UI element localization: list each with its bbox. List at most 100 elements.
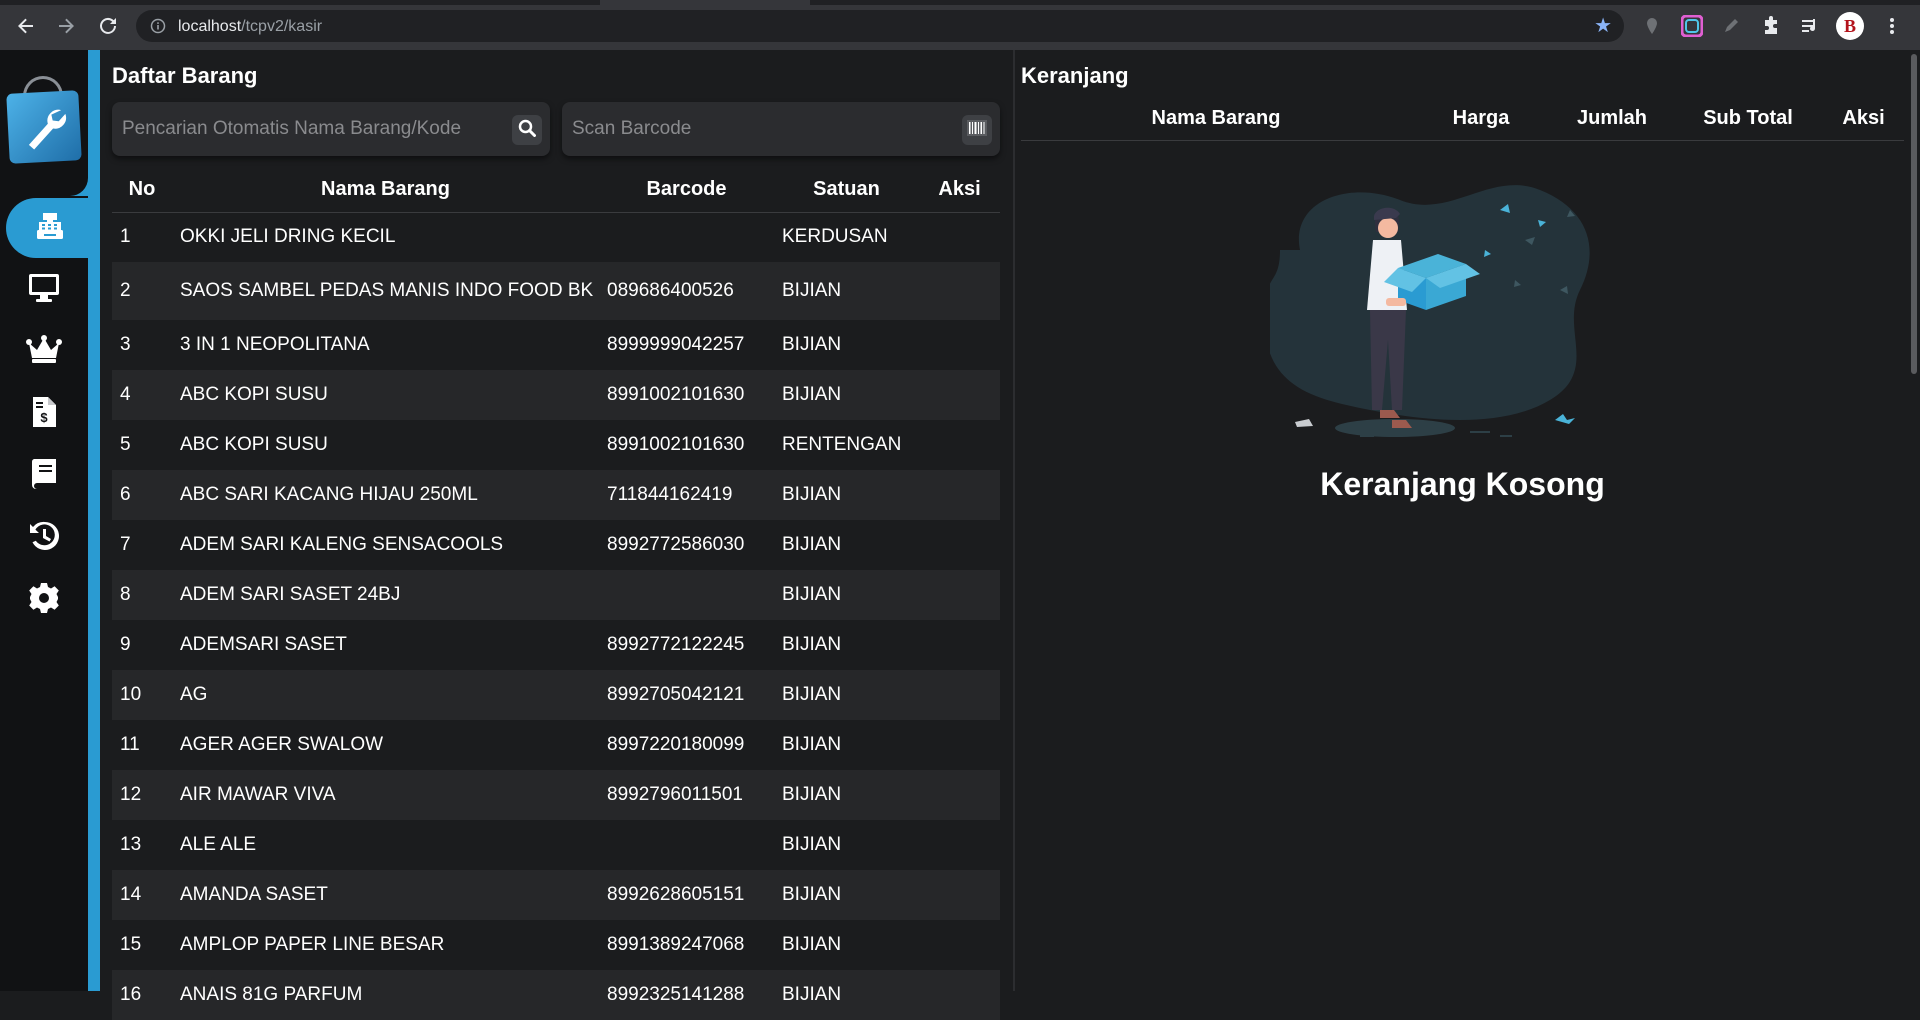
app-logo-icon[interactable] bbox=[6, 90, 82, 164]
table-row[interactable]: 4 ABC KOPI SUSU 8991002101630 BIJIAN bbox=[112, 370, 1000, 420]
col-satuan[interactable]: Satuan bbox=[774, 168, 919, 213]
gear-icon bbox=[28, 582, 60, 619]
row-no: 12 bbox=[112, 770, 172, 820]
row-barcode: 8997220180099 bbox=[599, 720, 774, 770]
color-picker-extension-icon[interactable] bbox=[1680, 14, 1704, 38]
keranjang-title: Keranjang bbox=[1021, 63, 1129, 88]
row-aksi bbox=[919, 920, 1000, 970]
table-row[interactable]: 5 ABC KOPI SUSU 8991002101630 RENTENGAN bbox=[112, 420, 1000, 470]
address-bar[interactable]: localhost/tcpv2/kasir ★ bbox=[136, 10, 1624, 42]
search-input[interactable] bbox=[122, 116, 502, 142]
col-no[interactable]: No bbox=[112, 168, 172, 213]
keranjang-panel: Keranjang Nama Barang Harga Jumlah Sub T… bbox=[1013, 50, 1908, 991]
table-row[interactable]: 12 AIR MAWAR VIVA 8992796011501 BIJIAN bbox=[112, 770, 1000, 820]
barcode-button[interactable] bbox=[962, 115, 992, 145]
cart-table: Nama Barang Harga Jumlah Sub Total Aksi bbox=[1021, 98, 1904, 141]
row-satuan: BIJIAN bbox=[774, 470, 919, 520]
table-row[interactable]: 11 AGER AGER SWALOW 8997220180099 BIJIAN bbox=[112, 720, 1000, 770]
row-satuan: BIJIAN bbox=[774, 720, 919, 770]
cart-col-harga: Harga bbox=[1411, 98, 1551, 141]
table-row[interactable]: 9 ADEMSARI SASET 8992772122245 BIJIAN bbox=[112, 620, 1000, 670]
daftar-barang-title: Daftar Barang bbox=[112, 63, 258, 88]
row-satuan: KERDUSAN bbox=[774, 212, 919, 262]
pen-extension-icon[interactable] bbox=[1719, 14, 1743, 38]
sidebar-item-premium[interactable] bbox=[0, 322, 88, 382]
table-row[interactable]: 14 AMANDA SASET 8992628605151 BIJIAN bbox=[112, 870, 1000, 920]
history-icon bbox=[28, 520, 60, 557]
row-nama: AMANDA SASET bbox=[172, 870, 599, 920]
row-nama: ADEMSARI SASET bbox=[172, 620, 599, 670]
row-barcode: 711844162419 bbox=[599, 470, 774, 520]
bookmark-star-icon[interactable]: ★ bbox=[1594, 15, 1612, 37]
url-text: localhost/tcpv2/kasir bbox=[178, 18, 322, 36]
table-row[interactable]: 1 OKKI JELI DRING KECIL KERDUSAN bbox=[112, 212, 1000, 262]
row-nama: AGER AGER SWALOW bbox=[172, 720, 599, 770]
crown-icon bbox=[26, 334, 62, 370]
row-no: 7 bbox=[112, 520, 172, 570]
cart-col-aksi: Aksi bbox=[1823, 98, 1904, 141]
table-row[interactable]: 15 AMPLOP PAPER LINE BESAR 8991389247068 BI… bbox=[112, 920, 1000, 970]
search-button[interactable] bbox=[512, 115, 542, 145]
sidebar-item-book[interactable] bbox=[0, 446, 88, 506]
empty-cart-illustration bbox=[1264, 170, 1630, 455]
row-no: 5 bbox=[112, 420, 172, 470]
sidebar-item-settings[interactable] bbox=[0, 570, 88, 630]
table-row[interactable]: 7 ADEM SARI KALENG SENSACOOLS 899277258603… bbox=[112, 520, 1000, 570]
row-barcode bbox=[599, 570, 774, 620]
row-no: 13 bbox=[112, 820, 172, 870]
items-table-header: No Nama Barang Barcode Satuan Aksi bbox=[112, 168, 1000, 213]
row-aksi bbox=[919, 212, 1000, 262]
row-barcode: 8992796011501 bbox=[599, 770, 774, 820]
cart-col-jumlah: Jumlah bbox=[1551, 98, 1673, 141]
svg-text:$: $ bbox=[40, 410, 48, 425]
row-barcode: 8991389247068 bbox=[599, 920, 774, 970]
forward-icon[interactable] bbox=[52, 12, 80, 40]
empty-cart-message: Keranjang Kosong bbox=[1320, 466, 1605, 502]
row-satuan: BIJIAN bbox=[774, 620, 919, 670]
row-aksi bbox=[919, 470, 1000, 520]
row-satuan: BIJIAN bbox=[774, 820, 919, 870]
row-no: 8 bbox=[112, 570, 172, 620]
table-row[interactable]: 6 ABC SARI KACANG HIJAU 250ML 711844162419… bbox=[112, 470, 1000, 520]
back-icon[interactable] bbox=[12, 12, 40, 40]
table-row[interactable]: 10 AG 8992705042121 BIJIAN bbox=[112, 670, 1000, 720]
barcode-icon bbox=[967, 119, 987, 141]
sidebar-item-history[interactable] bbox=[0, 508, 88, 568]
table-row[interactable]: 16 ANAIS 81G PARFUM 8992325141288 BIJIAN bbox=[112, 970, 1000, 1020]
profile-avatar[interactable]: B bbox=[1836, 12, 1864, 40]
reload-icon[interactable] bbox=[94, 12, 122, 40]
row-barcode: 8992772122245 bbox=[599, 620, 774, 670]
table-row[interactable]: 8 ADEM SARI SASET 24BJ BIJIAN bbox=[112, 570, 1000, 620]
row-satuan: BIJIAN bbox=[774, 770, 919, 820]
cash-register-icon bbox=[34, 210, 66, 247]
page-scrollbar[interactable] bbox=[1908, 50, 1920, 991]
media-queue-icon[interactable] bbox=[1798, 14, 1822, 38]
sidebar-item-invoice[interactable]: $ bbox=[0, 384, 88, 444]
row-no: 6 bbox=[112, 470, 172, 520]
sidebar-item-monitor[interactable] bbox=[0, 260, 88, 320]
table-row[interactable]: 33 IN 1 NEOPOLITANA 8999999042257 BIJIAN bbox=[112, 320, 1000, 370]
site-info-icon[interactable] bbox=[150, 18, 166, 39]
scrollbar-thumb[interactable] bbox=[1911, 54, 1917, 374]
row-satuan: BIJIAN bbox=[774, 970, 919, 1020]
row-barcode: 8992705042121 bbox=[599, 670, 774, 720]
cart-table-header: Nama Barang Harga Jumlah Sub Total Aksi bbox=[1021, 98, 1904, 141]
barcode-input[interactable] bbox=[572, 116, 952, 142]
browser-menu-icon[interactable] bbox=[1880, 14, 1904, 38]
col-barcode[interactable]: Barcode bbox=[599, 168, 774, 213]
row-nama: ABC KOPI SUSU bbox=[172, 370, 599, 420]
pin-icon[interactable] bbox=[1640, 14, 1664, 38]
sidebar-item-kasir[interactable] bbox=[6, 198, 100, 258]
row-nama: OKKI JELI DRING KECIL bbox=[172, 212, 599, 262]
row-satuan: BIJIAN bbox=[774, 262, 919, 320]
row-barcode: 8991002101630 bbox=[599, 420, 774, 470]
row-barcode: 8992772586030 bbox=[599, 520, 774, 570]
extensions-puzzle-icon[interactable] bbox=[1759, 14, 1783, 38]
row-aksi bbox=[919, 970, 1000, 1020]
row-nama: AMPLOP PAPER LINE BESAR bbox=[172, 920, 599, 970]
row-aksi bbox=[919, 320, 1000, 370]
table-row[interactable]: 2 SAOS SAMBEL PEDAS MANIS INDO FOOD BK 089… bbox=[112, 262, 1000, 320]
table-row[interactable]: 13 ALE ALE BIJIAN bbox=[112, 820, 1000, 870]
col-nama-barang[interactable]: Nama Barang bbox=[172, 168, 599, 213]
active-tab-indicator[interactable] bbox=[600, 0, 810, 5]
